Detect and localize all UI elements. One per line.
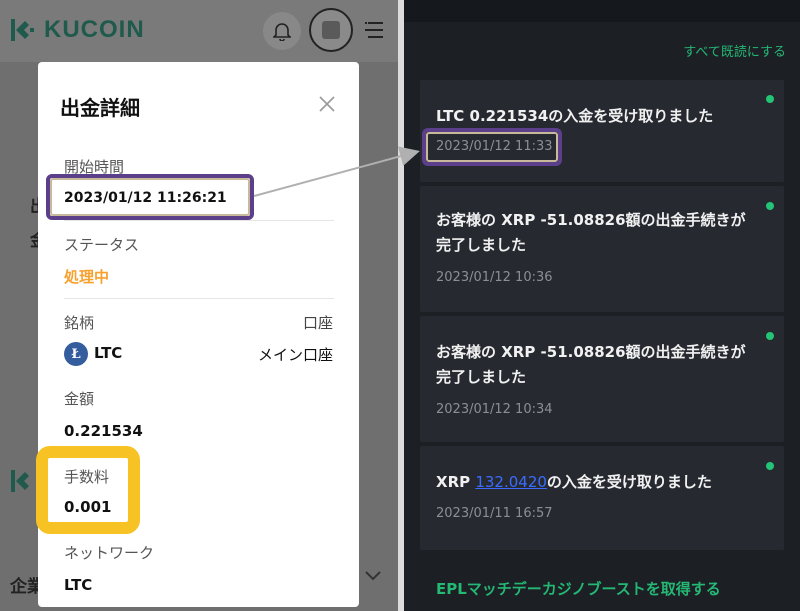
notifications-screen: すべて既読にする LTC 0.221534の入金を受け取りました 2023/01… — [404, 0, 800, 611]
modal-title: 出金詳細 — [60, 96, 140, 120]
kucoin-logo-icon — [10, 17, 38, 43]
promo-link[interactable]: EPLマッチデーカジノブーストを取得する — [436, 578, 721, 599]
fee-highlight-box — [36, 446, 140, 534]
unread-dot-icon — [766, 202, 774, 210]
unread-dot-icon — [766, 332, 774, 340]
chevron-down-icon[interactable] — [364, 568, 382, 587]
notification-item[interactable]: お客様の XRP -51.08826額の出金手続きが完了しました 2023/01… — [420, 186, 784, 312]
withdrawal-detail-screen: KUCOIN 出 金 企業 出金詳細 — [0, 0, 398, 611]
symbol-value: LTC — [94, 344, 123, 362]
unread-dot-icon — [766, 95, 774, 103]
menu-icon[interactable] — [362, 18, 386, 42]
notification-title: お客様の XRP -51.08826額の出金手続きが完了しました — [436, 211, 746, 254]
account-label: 口座 — [302, 314, 333, 332]
notification-time: 2023/01/11 16:57 — [436, 506, 553, 521]
start-time-highlight-box — [46, 174, 254, 220]
notification-title-suffix: の入金を受け取りました — [546, 473, 712, 491]
divider — [64, 298, 334, 299]
kucoin-logo[interactable]: KUCOIN — [10, 16, 145, 44]
avatar-image — [322, 21, 340, 39]
notification-title: LTC 0.221534の入金を受け取りました — [436, 107, 714, 125]
network-label: ネットワーク — [64, 544, 155, 562]
top-bar: KUCOIN — [0, 0, 398, 62]
notification-title-prefix: XRP — [436, 473, 476, 491]
account-value: メイン口座 — [257, 346, 333, 364]
top-strip — [404, 0, 800, 22]
network-value: LTC — [64, 576, 93, 594]
notification-item[interactable]: XRP 132.0420の入金を受け取りました 2023/01/11 16:57 — [420, 446, 784, 550]
status-value: 処理中 — [64, 268, 110, 286]
mark-all-read-button[interactable]: すべて既読にする — [683, 41, 786, 60]
divider — [64, 220, 334, 221]
kucoin-footer-logo-icon — [10, 468, 38, 498]
unread-dot-icon — [766, 462, 774, 470]
amount-link[interactable]: 132.0420 — [475, 473, 547, 491]
status-label: ステータス — [64, 236, 140, 254]
litecoin-icon: Ł — [64, 342, 88, 366]
notification-item[interactable]: お客様の XRP -51.08826額の出金手続きが完了しました 2023/01… — [420, 316, 784, 442]
close-icon[interactable] — [317, 94, 337, 114]
notification-title: XRP 132.0420の入金を受け取りました — [436, 470, 756, 495]
notification-time: 2023/01/12 10:36 — [436, 270, 553, 285]
bell-icon[interactable] — [263, 12, 301, 50]
avatar[interactable] — [309, 8, 353, 52]
notification-time: 2023/01/12 10:34 — [436, 402, 553, 417]
amount-value: 0.221534 — [64, 422, 143, 440]
symbol-label: 銘柄 — [64, 314, 95, 332]
notification-title: お客様の XRP -51.08826額の出金手続きが完了しました — [436, 343, 746, 386]
amount-label: 金額 — [64, 390, 95, 408]
notification-time-highlight-box — [422, 128, 562, 166]
kucoin-logo-text: KUCOIN — [44, 16, 145, 43]
